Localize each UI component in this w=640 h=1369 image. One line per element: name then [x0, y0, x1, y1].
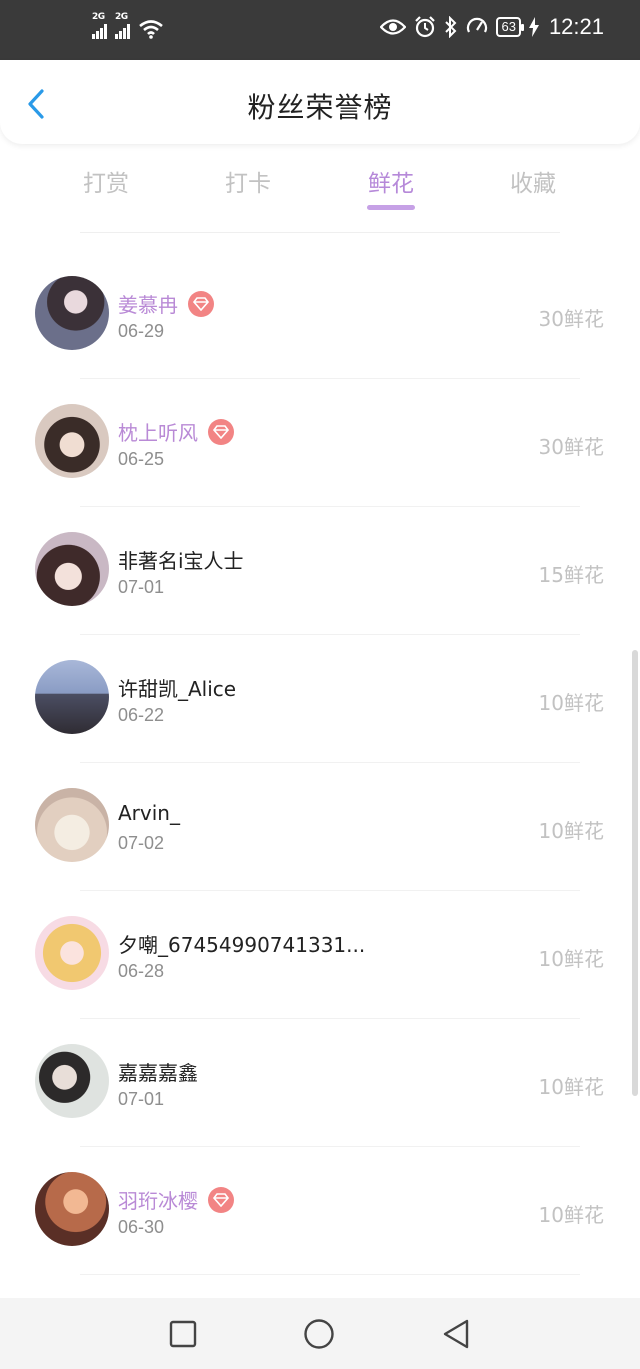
system-nav-bar: [0, 1298, 640, 1369]
tab-checkin[interactable]: 打卡: [177, 164, 319, 198]
square-icon: [169, 1320, 197, 1348]
clock: 12:21: [548, 14, 604, 39]
page-title: 粉丝荣誉榜: [247, 91, 393, 124]
signal-icon: 2G: [115, 12, 130, 39]
back-nav-button[interactable]: [440, 1318, 472, 1350]
flower-count: 10鲜花: [538, 691, 604, 715]
diamond-icon: [213, 424, 229, 439]
diamond-icon: [213, 1192, 229, 1207]
list-item[interactable]: [0, 1275, 640, 1298]
list-item[interactable]: 许甜凯_Alice 06-22 10鲜花: [0, 635, 640, 763]
app-header: 粉丝荣誉榜: [0, 60, 640, 144]
tab-flowers[interactable]: 鲜花: [320, 164, 462, 198]
avatar: [35, 276, 109, 350]
tab-bar: 打赏 打卡 鲜花 收藏: [0, 150, 640, 214]
flower-count: 30鲜花: [538, 435, 604, 459]
scrollbar[interactable]: [632, 650, 638, 1096]
flower-count: 30鲜花: [538, 307, 604, 331]
vip-badge: [188, 290, 214, 317]
signal-group: 2G 2G: [92, 12, 164, 39]
diamond-icon: [193, 296, 209, 311]
status-icons: 63 12:21: [380, 14, 604, 40]
list-item[interactable]: Arvin_ 07-02 10鲜花: [0, 763, 640, 891]
bluetooth-icon: [444, 16, 458, 38]
circle-icon: [304, 1319, 334, 1349]
network-type-label: 2G: [92, 12, 105, 22]
list-item[interactable]: 枕上听风 06-25 30鲜花: [0, 379, 640, 507]
fan-date: 07-01: [118, 577, 165, 597]
signal-icon: 2G: [92, 12, 107, 39]
flower-count: 10鲜花: [538, 1203, 604, 1227]
triangle-back-icon: [443, 1319, 469, 1349]
list-item[interactable]: 嘉嘉嘉鑫 07-01 10鲜花: [0, 1019, 640, 1147]
fan-name: 姜慕冉: [118, 293, 178, 317]
list-item[interactable]: 羽珩冰樱 06-30 10鲜花: [0, 1147, 640, 1275]
vip-badge: [208, 418, 234, 445]
battery-icon: 63: [496, 17, 525, 37]
fan-list[interactable]: 姜慕冉 06-29 30鲜花 枕上听风 06-25 30鲜花 非著名i宝人士 0…: [0, 214, 640, 1298]
avatar: [35, 916, 109, 990]
network-type-label: 2G: [115, 12, 128, 22]
flower-count: 10鲜花: [538, 947, 604, 971]
flower-count: 10鲜花: [538, 1075, 604, 1099]
flower-count: 15鲜花: [538, 563, 604, 587]
fan-date: 06-22: [118, 705, 165, 725]
fan-name: 枕上听风: [118, 421, 198, 445]
speed-icon: [466, 16, 488, 38]
flower-count: 10鲜花: [538, 819, 604, 843]
avatar: [35, 788, 109, 862]
charging-icon: [528, 17, 539, 37]
wifi-icon: [138, 19, 164, 39]
fan-name: 嘉嘉嘉鑫: [118, 1061, 198, 1085]
tab-favorites[interactable]: 收藏: [462, 164, 604, 198]
vip-badge: [208, 1186, 234, 1213]
fan-date: 07-02: [118, 833, 165, 853]
recent-apps-button[interactable]: [167, 1318, 199, 1350]
eye-icon: [380, 18, 407, 36]
divider: [80, 232, 560, 233]
list-item[interactable]: 夕嘲_67454990741331... 06-28 10鲜花: [0, 891, 640, 1019]
fan-name: 羽珩冰樱: [118, 1189, 198, 1213]
list-item[interactable]: 非著名i宝人士 07-01 15鲜花: [0, 507, 640, 635]
home-button[interactable]: [303, 1318, 335, 1350]
avatar: [35, 1044, 109, 1118]
fan-date: 06-30: [118, 1217, 165, 1237]
status-bar: 2G 2G 63 12:21: [0, 0, 640, 60]
list-item[interactable]: 姜慕冉 06-29 30鲜花: [0, 251, 640, 379]
avatar: [35, 1172, 109, 1246]
alarm-icon: [414, 16, 436, 38]
fan-date: 06-29: [118, 321, 165, 341]
fan-date: 06-25: [118, 449, 165, 469]
active-tab-indicator: [367, 205, 415, 210]
fan-name: 非著名i宝人士: [118, 549, 244, 573]
avatar: [35, 404, 109, 478]
avatar: [35, 532, 109, 606]
fan-date: 06-28: [118, 961, 165, 981]
tab-reward[interactable]: 打赏: [35, 164, 177, 198]
avatar: [35, 660, 109, 734]
fan-name: 许甜凯_Alice: [118, 677, 237, 701]
fan-date: 07-01: [118, 1089, 165, 1109]
fan-name: Arvin_: [118, 801, 180, 825]
fan-name: 夕嘲_67454990741331...: [118, 933, 366, 957]
